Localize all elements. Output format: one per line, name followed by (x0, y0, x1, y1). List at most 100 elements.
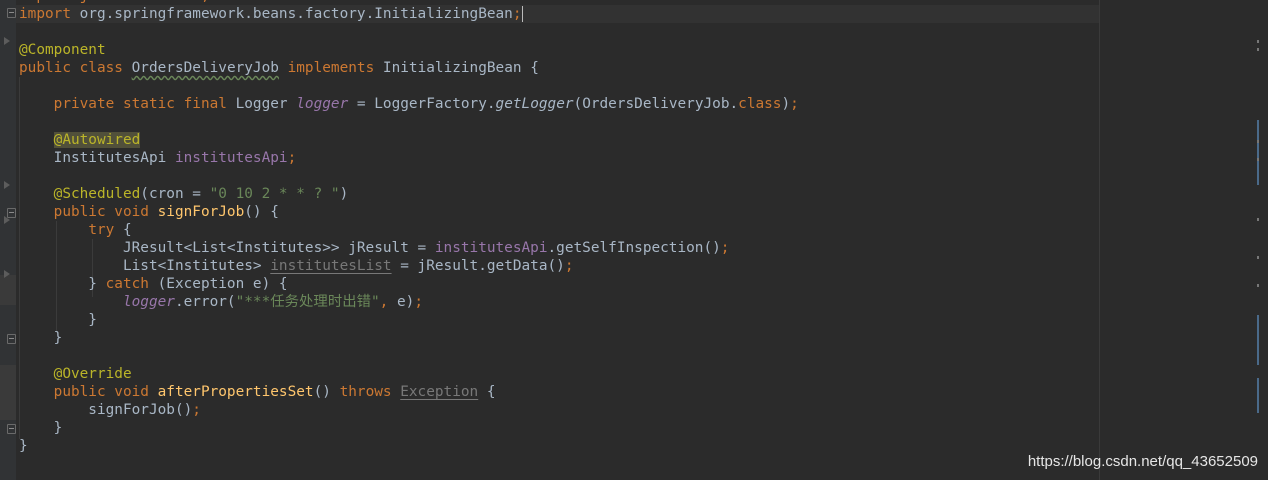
scroll-marker (1257, 48, 1259, 51)
code-line[interactable] (19, 23, 799, 41)
fold-arrow-icon[interactable] (4, 181, 10, 189)
fold-toggle-icon[interactable] (7, 334, 16, 344)
fold-toggle-icon[interactable] (7, 8, 16, 18)
scroll-marker (1257, 256, 1259, 259)
code-token: ) (781, 96, 791, 112)
code-token: private static final (53, 96, 236, 112)
code-line[interactable]: } (19, 419, 799, 437)
gutter-change-marker (0, 365, 16, 420)
code-token: public class (19, 60, 132, 76)
code-line[interactable] (19, 167, 799, 185)
code-token: ; (192, 402, 201, 418)
code-token: JResult<List<Institutes>> jResult = (19, 240, 435, 256)
code-token: } (19, 420, 63, 436)
code-line[interactable]: InstitutesApi institutesApi; (19, 149, 799, 167)
code-token: institutesList (270, 258, 392, 274)
code-token: signForJob (157, 204, 245, 220)
code-token: () (313, 384, 340, 400)
code-token: @Override (53, 366, 132, 382)
scroll-marker (1257, 218, 1259, 221)
scroll-marker (1257, 140, 1259, 143)
code-token: "***任务处理时出错" (235, 294, 380, 310)
code-token: ; (414, 294, 423, 310)
code-token: = LoggerFactory. (348, 96, 496, 112)
code-token: OrdersDeliveryJob (131, 60, 279, 76)
code-token: import (19, 6, 80, 22)
code-line[interactable]: @Scheduled(cron = "0 10 2 * * ? ") (19, 185, 799, 203)
code-token: org.springframework.beans.factory.Initia… (79, 6, 513, 22)
code-token: ; (790, 96, 799, 112)
code-token: institutesApi (434, 240, 548, 256)
code-line[interactable]: public void afterPropertiesSet() throws … (19, 383, 799, 401)
code-line[interactable] (19, 347, 799, 365)
code-line[interactable]: } (19, 329, 799, 347)
code-token: ; (512, 6, 522, 22)
watermark: https://blog.csdn.net/qq_43652509 (1027, 453, 1258, 470)
code-line[interactable]: logger.error("***任务处理时出错", e); (19, 293, 799, 311)
code-token: throws (339, 384, 401, 400)
code-token: (cron = (140, 186, 210, 202)
code-line[interactable]: } (19, 311, 799, 329)
code-token: InitializingBean { (382, 60, 539, 76)
scroll-marker (1257, 284, 1259, 287)
code-token: () { (244, 204, 279, 220)
code-token: ; (564, 258, 574, 274)
code-editor[interactable]: import java.util.List;import org.springf… (19, 0, 799, 455)
code-token: ) (339, 186, 349, 202)
text-cursor (521, 6, 523, 22)
fold-arrow-icon[interactable] (4, 37, 10, 45)
code-token: } (19, 276, 106, 292)
code-token: { (478, 384, 496, 400)
code-token: implements (287, 60, 383, 76)
code-token: catch (105, 276, 158, 292)
code-token: ; (287, 150, 297, 166)
code-token: { (122, 222, 132, 238)
code-token: import java.util.List; (19, 0, 210, 4)
code-line[interactable]: private static final Logger logger = Log… (19, 95, 799, 113)
code-token: InstitutesApi (19, 150, 175, 166)
fold-arrow-icon[interactable] (4, 216, 10, 224)
fold-arrow-icon[interactable] (4, 270, 10, 278)
code-token: List<Institutes> (19, 258, 271, 274)
scroll-marker (1257, 40, 1259, 43)
code-line[interactable]: import org.springframework.beans.factory… (19, 5, 799, 23)
code-token: @Scheduled (53, 186, 141, 202)
code-token: Logger (235, 96, 297, 112)
code-line[interactable]: public void signForJob() { (19, 203, 799, 221)
code-line[interactable]: try { (19, 221, 799, 239)
code-token: , (379, 294, 397, 310)
code-line[interactable]: @Override (19, 365, 799, 383)
code-token: } (19, 438, 28, 454)
code-token: e) (397, 294, 415, 310)
code-token: public void (53, 204, 158, 220)
code-token: institutesApi (174, 150, 288, 166)
code-line[interactable] (19, 113, 799, 131)
code-token: "0 10 2 * * ? " (209, 186, 340, 202)
code-line[interactable]: @Autowired (19, 131, 799, 149)
code-line[interactable]: JResult<List<Institutes>> jResult = inst… (19, 239, 799, 257)
code-token: .getSelfInspection() (547, 240, 721, 256)
code-token: class (738, 96, 782, 112)
code-line[interactable] (19, 77, 799, 95)
code-token: afterPropertiesSet (157, 384, 314, 400)
code-token: (OrdersDeliveryJob. (573, 96, 739, 112)
code-token: } (19, 330, 63, 346)
code-token: @Autowired (53, 132, 141, 148)
code-line[interactable]: } catch (Exception e) { (19, 275, 799, 293)
code-token: .error( (174, 294, 236, 310)
scroll-marker (1257, 378, 1259, 413)
fold-toggle-icon[interactable] (7, 424, 16, 434)
code-line[interactable]: public class OrdersDeliveryJob implement… (19, 59, 799, 77)
code-token: logger (296, 96, 349, 112)
code-line[interactable]: } (19, 437, 799, 455)
code-line[interactable]: signForJob(); (19, 401, 799, 419)
code-line[interactable]: @Component (19, 41, 799, 59)
code-line[interactable]: List<Institutes> institutesList = jResul… (19, 257, 799, 275)
code-token: try (88, 222, 123, 238)
